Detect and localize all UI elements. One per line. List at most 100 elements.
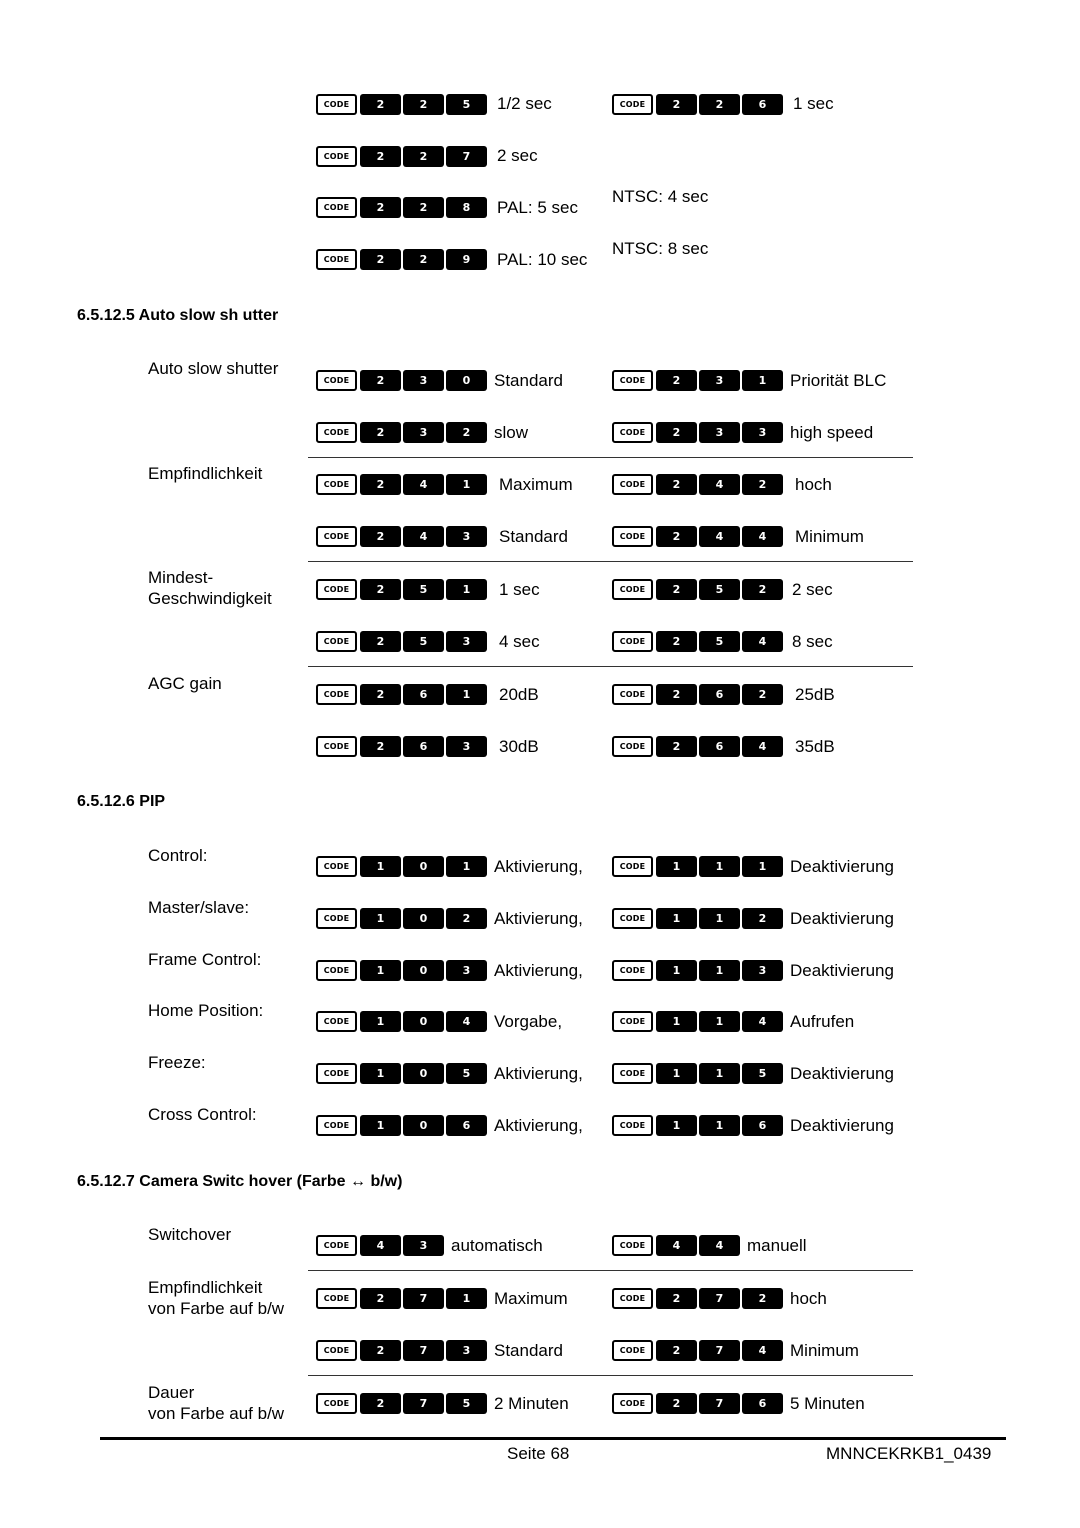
divider bbox=[308, 666, 913, 667]
digit-key: 2 bbox=[742, 1288, 783, 1309]
digit-key: 2 bbox=[656, 736, 697, 757]
option-text: 5 Minuten bbox=[790, 1394, 865, 1413]
digit-key: 1 bbox=[656, 960, 697, 981]
code-key-icon: CODE bbox=[316, 249, 357, 270]
option-text: Deaktivierung bbox=[790, 909, 894, 928]
digit-key: 7 bbox=[699, 1288, 740, 1309]
option-text: Aufrufen bbox=[790, 1012, 855, 1031]
digit-key: 0 bbox=[446, 370, 487, 391]
digit-key: 5 bbox=[403, 631, 444, 652]
key-sequence: CODE 1 1 3 bbox=[612, 960, 785, 981]
code-key-icon: CODE bbox=[316, 1063, 357, 1084]
digit-key: 1 bbox=[699, 856, 740, 877]
key-sequence: CODE 2 7 3 bbox=[316, 1340, 489, 1361]
option-text: 2 sec bbox=[497, 146, 538, 165]
digit-key: 6 bbox=[446, 1115, 487, 1136]
key-sequence-226: CODE 2 2 6 bbox=[612, 94, 785, 115]
digit-key: 7 bbox=[699, 1340, 740, 1361]
setting-label: Frame Control: bbox=[148, 950, 262, 969]
code-key-icon: CODE bbox=[316, 579, 357, 600]
key-sequence: CODE 2 4 4 bbox=[612, 526, 785, 547]
code-key-icon: CODE bbox=[612, 631, 653, 652]
digit-key: 4 bbox=[742, 1011, 783, 1032]
setting-label: Control: bbox=[148, 846, 208, 865]
option-text: 1 sec bbox=[793, 94, 834, 113]
code-key-icon: CODE bbox=[612, 579, 653, 600]
digit-key: 2 bbox=[656, 1288, 697, 1309]
setting-label: Empfindlichkeit bbox=[148, 464, 263, 483]
option-text: 8 sec bbox=[792, 632, 833, 651]
option-text: 2 Minuten bbox=[494, 1394, 569, 1413]
digit-key: 3 bbox=[446, 960, 487, 981]
digit-key: 2 bbox=[656, 526, 697, 547]
digit-key: 1 bbox=[656, 1115, 697, 1136]
option-text: 1/2 sec bbox=[497, 94, 552, 113]
digit-key: 2 bbox=[656, 631, 697, 652]
digit-key: 1 bbox=[742, 856, 783, 877]
key-sequence: CODE 2 3 0 bbox=[316, 370, 489, 391]
code-key-icon: CODE bbox=[612, 908, 653, 929]
digit-key: 1 bbox=[699, 1115, 740, 1136]
digit-key: 2 bbox=[656, 94, 697, 115]
setting-label: Auto slow shutter bbox=[148, 359, 279, 378]
digit-key: 2 bbox=[656, 684, 697, 705]
digit-key: 1 bbox=[360, 1063, 401, 1084]
divider bbox=[308, 1375, 913, 1376]
code-key-icon: CODE bbox=[316, 94, 357, 115]
option-text: high speed bbox=[790, 423, 874, 442]
digit-key: 3 bbox=[446, 526, 487, 547]
digit-key: 2 bbox=[699, 94, 740, 115]
digit-key: 1 bbox=[446, 579, 487, 600]
digit-key: 7 bbox=[403, 1288, 444, 1309]
key-sequence: CODE 2 4 3 bbox=[316, 526, 489, 547]
key-sequence: CODE 1 0 3 bbox=[316, 960, 489, 981]
digit-key: 2 bbox=[360, 736, 401, 757]
digit-key: 2 bbox=[360, 370, 401, 391]
option-text: Standard bbox=[494, 1341, 563, 1360]
divider bbox=[308, 457, 913, 458]
digit-key: 2 bbox=[403, 94, 444, 115]
option-text: Deaktivierung bbox=[790, 961, 894, 980]
option-text: Maximum bbox=[499, 475, 573, 494]
divider bbox=[308, 561, 913, 562]
code-key-icon: CODE bbox=[612, 1011, 653, 1032]
digit-key: 2 bbox=[360, 146, 401, 167]
setting-label: Empfindlichkeit von Farbe auf b/w bbox=[148, 1278, 285, 1318]
digit-key: 2 bbox=[360, 631, 401, 652]
digit-key: 2 bbox=[656, 370, 697, 391]
key-sequence: CODE 2 7 6 bbox=[612, 1393, 785, 1414]
digit-key: 1 bbox=[656, 1063, 697, 1084]
document-id: MNNCEKRKB1_0439 bbox=[826, 1444, 992, 1463]
digit-key: 4 bbox=[742, 631, 783, 652]
digit-key: 1 bbox=[446, 474, 487, 495]
setting-label: Mindest- Geschwindigkeit bbox=[148, 568, 272, 608]
digit-key: 7 bbox=[403, 1340, 444, 1361]
digit-key: 2 bbox=[360, 1288, 401, 1309]
code-key-icon: CODE bbox=[612, 1340, 653, 1361]
digit-key: 4 bbox=[403, 474, 444, 495]
digit-key: 0 bbox=[403, 1115, 444, 1136]
digit-key: 7 bbox=[446, 146, 487, 167]
digit-key: 1 bbox=[360, 856, 401, 877]
digit-key: 1 bbox=[360, 1115, 401, 1136]
digit-key: 3 bbox=[403, 370, 444, 391]
code-key-icon: CODE bbox=[316, 422, 357, 443]
digit-key: 3 bbox=[742, 960, 783, 981]
option-text: PAL: 10 sec bbox=[497, 250, 588, 269]
section-heading-auto-slow-shutter: 6.5.12.5 Auto slow sh utter bbox=[77, 307, 279, 324]
option-text: 25dB bbox=[795, 685, 835, 704]
option-text: 20dB bbox=[499, 685, 539, 704]
option-text: Minimum bbox=[790, 1341, 859, 1360]
digit-key: 5 bbox=[742, 1063, 783, 1084]
digit-key: 2 bbox=[742, 684, 783, 705]
option-text: Priorität BLC bbox=[790, 371, 887, 390]
code-key-icon: CODE bbox=[612, 684, 653, 705]
option-text: Aktivierung, bbox=[494, 961, 583, 980]
digit-key: 2 bbox=[656, 579, 697, 600]
key-sequence: CODE 4 4 bbox=[612, 1235, 742, 1256]
digit-key: 1 bbox=[360, 960, 401, 981]
page-number: Seite 68 bbox=[507, 1444, 570, 1463]
setting-label: AGC gain bbox=[148, 674, 222, 693]
option-text: Vorgabe, bbox=[494, 1012, 563, 1031]
digit-key: 2 bbox=[742, 579, 783, 600]
